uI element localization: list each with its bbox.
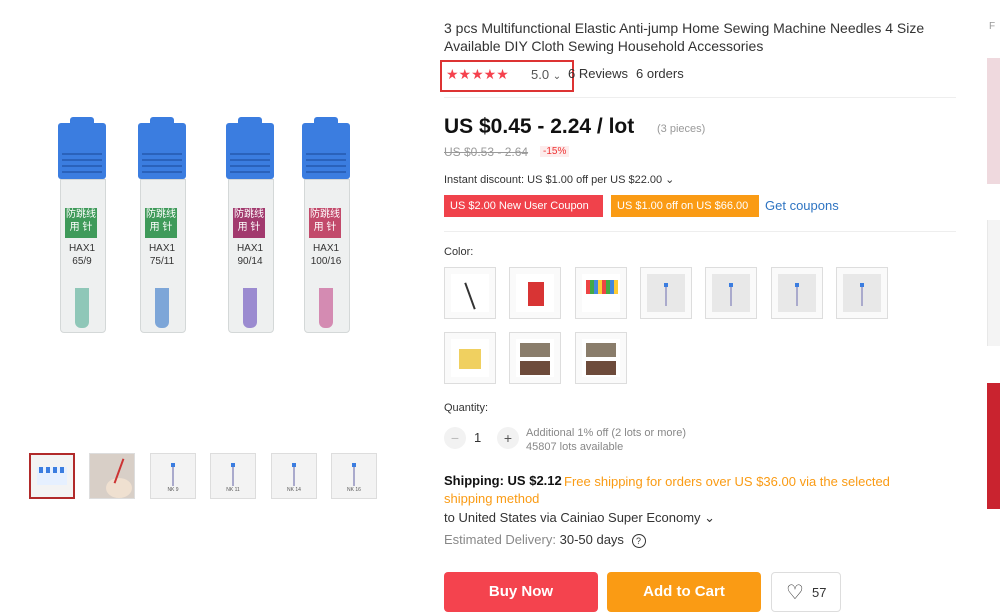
color-swatch[interactable] [705, 267, 757, 319]
get-coupons-link[interactable]: Get coupons [765, 198, 839, 213]
color-swatch[interactable] [640, 267, 692, 319]
divider [444, 231, 956, 232]
thumbnail-1[interactable] [29, 453, 75, 499]
pieces-count: (3 pieces) [657, 123, 706, 135]
color-swatch[interactable] [575, 267, 627, 319]
product-title: 3 pcs Multifunctional Elastic Anti-jump … [444, 20, 925, 54]
color-swatch[interactable] [575, 332, 627, 384]
store-coupon[interactable]: US $1.00 off on US $66.00 [611, 195, 759, 217]
thumbnail-6[interactable]: NK 16 [331, 453, 377, 499]
color-swatch[interactable] [509, 332, 561, 384]
side-product-image[interactable] [987, 58, 1000, 184]
price: US $0.45 - 2.24 / lot [444, 115, 635, 138]
estimated-delivery: Estimated Delivery: 30-50 days ? [444, 532, 646, 548]
star-rating-icon[interactable]: ★★★★★ [446, 66, 509, 83]
quantity-note: Additional 1% off (2 lots or more) 45807… [526, 427, 686, 453]
color-label: Color: [444, 246, 474, 258]
reviews-link[interactable]: 6 Reviews [568, 66, 628, 81]
main-product-image[interactable]: 防跳线 用 针 HAX1 65/9 防跳线 用 针 HAX1 75/11 防跳线… [30, 60, 400, 430]
quantity-input[interactable]: 1 [474, 430, 481, 445]
chevron-down-icon: ⌄ [552, 71, 562, 82]
wishlist-button[interactable]: ♡ 57 [771, 572, 841, 612]
new-user-coupon[interactable]: US $2.00 New User Coupon [444, 195, 603, 217]
help-icon[interactable]: ? [631, 534, 646, 548]
color-swatch[interactable] [444, 332, 496, 384]
side-product-image[interactable] [987, 383, 1000, 509]
color-swatch[interactable] [771, 267, 823, 319]
tube-label: 防跳线 用 针 [233, 208, 265, 238]
add-to-cart-button[interactable]: Add to Cart [607, 572, 761, 612]
heart-icon: ♡ [786, 582, 804, 604]
tube-label: 防跳线 用 针 [65, 208, 97, 238]
shipping-destination[interactable]: to United States via Cainiao Super Econo… [444, 510, 715, 526]
divider [444, 97, 956, 98]
color-swatch[interactable] [836, 267, 888, 319]
tube-code: HAX1 90/14 [236, 243, 264, 267]
color-swatch[interactable] [444, 267, 496, 319]
tube-label: 防跳线 用 针 [309, 208, 341, 238]
thumbnail-2[interactable] [89, 453, 135, 499]
shipping-cost: Shipping: US $2.12 [444, 473, 562, 488]
quantity-label: Quantity: [444, 402, 489, 414]
thumbnail-3[interactable]: NK 9 [150, 453, 196, 499]
side-product-image[interactable] [987, 220, 1000, 346]
quantity-increment-button[interactable]: + [497, 427, 519, 449]
tube-code: HAX1 100/16 [310, 243, 342, 267]
quantity-decrement-button[interactable]: − [444, 427, 466, 449]
discount-badge: -15% [540, 146, 570, 157]
tube-label: 防跳线 用 针 [145, 208, 177, 238]
rating-value[interactable]: 5.0 ⌄ [531, 67, 561, 82]
thumbnail-5[interactable]: NK 14 [271, 453, 317, 499]
color-swatch[interactable] [509, 267, 561, 319]
thumbnail-4[interactable]: NK 11 [210, 453, 256, 499]
orders-count: 6 orders [636, 66, 684, 81]
buy-now-button[interactable]: Buy Now [444, 572, 598, 612]
wishlist-count: 57 [812, 585, 827, 600]
original-price: US $0.53 - 2.64 [444, 145, 529, 159]
tube-code: HAX1 65/9 [68, 243, 96, 267]
instant-discount[interactable]: Instant discount: US $1.00 off per US $2… [444, 173, 674, 186]
tube-code: HAX1 75/11 [148, 243, 176, 267]
side-heading: F [989, 21, 996, 32]
